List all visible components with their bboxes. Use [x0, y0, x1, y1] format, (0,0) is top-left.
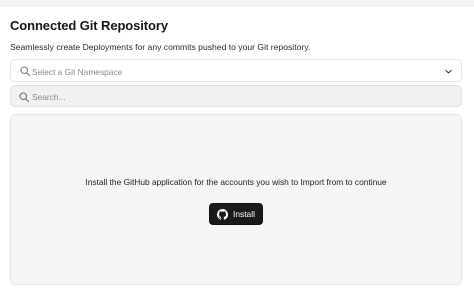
search-icon — [19, 91, 30, 102]
chevron-down-icon[interactable] — [444, 67, 453, 76]
install-button[interactable]: Install — [209, 203, 263, 225]
page-title: Connected Git Repository — [10, 18, 168, 33]
top-bar — [0, 0, 474, 6]
git-namespace-select[interactable]: Select a Git Namespace — [10, 59, 462, 82]
git-namespace-placeholder: Select a Git Namespace — [32, 66, 123, 77]
install-message: Install the GitHub application for the a… — [85, 177, 387, 187]
repository-search — [10, 85, 462, 107]
search-input[interactable] — [32, 88, 452, 105]
github-icon — [217, 208, 229, 220]
search-icon — [20, 66, 31, 77]
page-subtitle: Seamlessly create Deployments for any co… — [10, 42, 311, 52]
install-button-label: Install — [233, 209, 255, 219]
install-panel: Install the GitHub application for the a… — [10, 114, 462, 285]
